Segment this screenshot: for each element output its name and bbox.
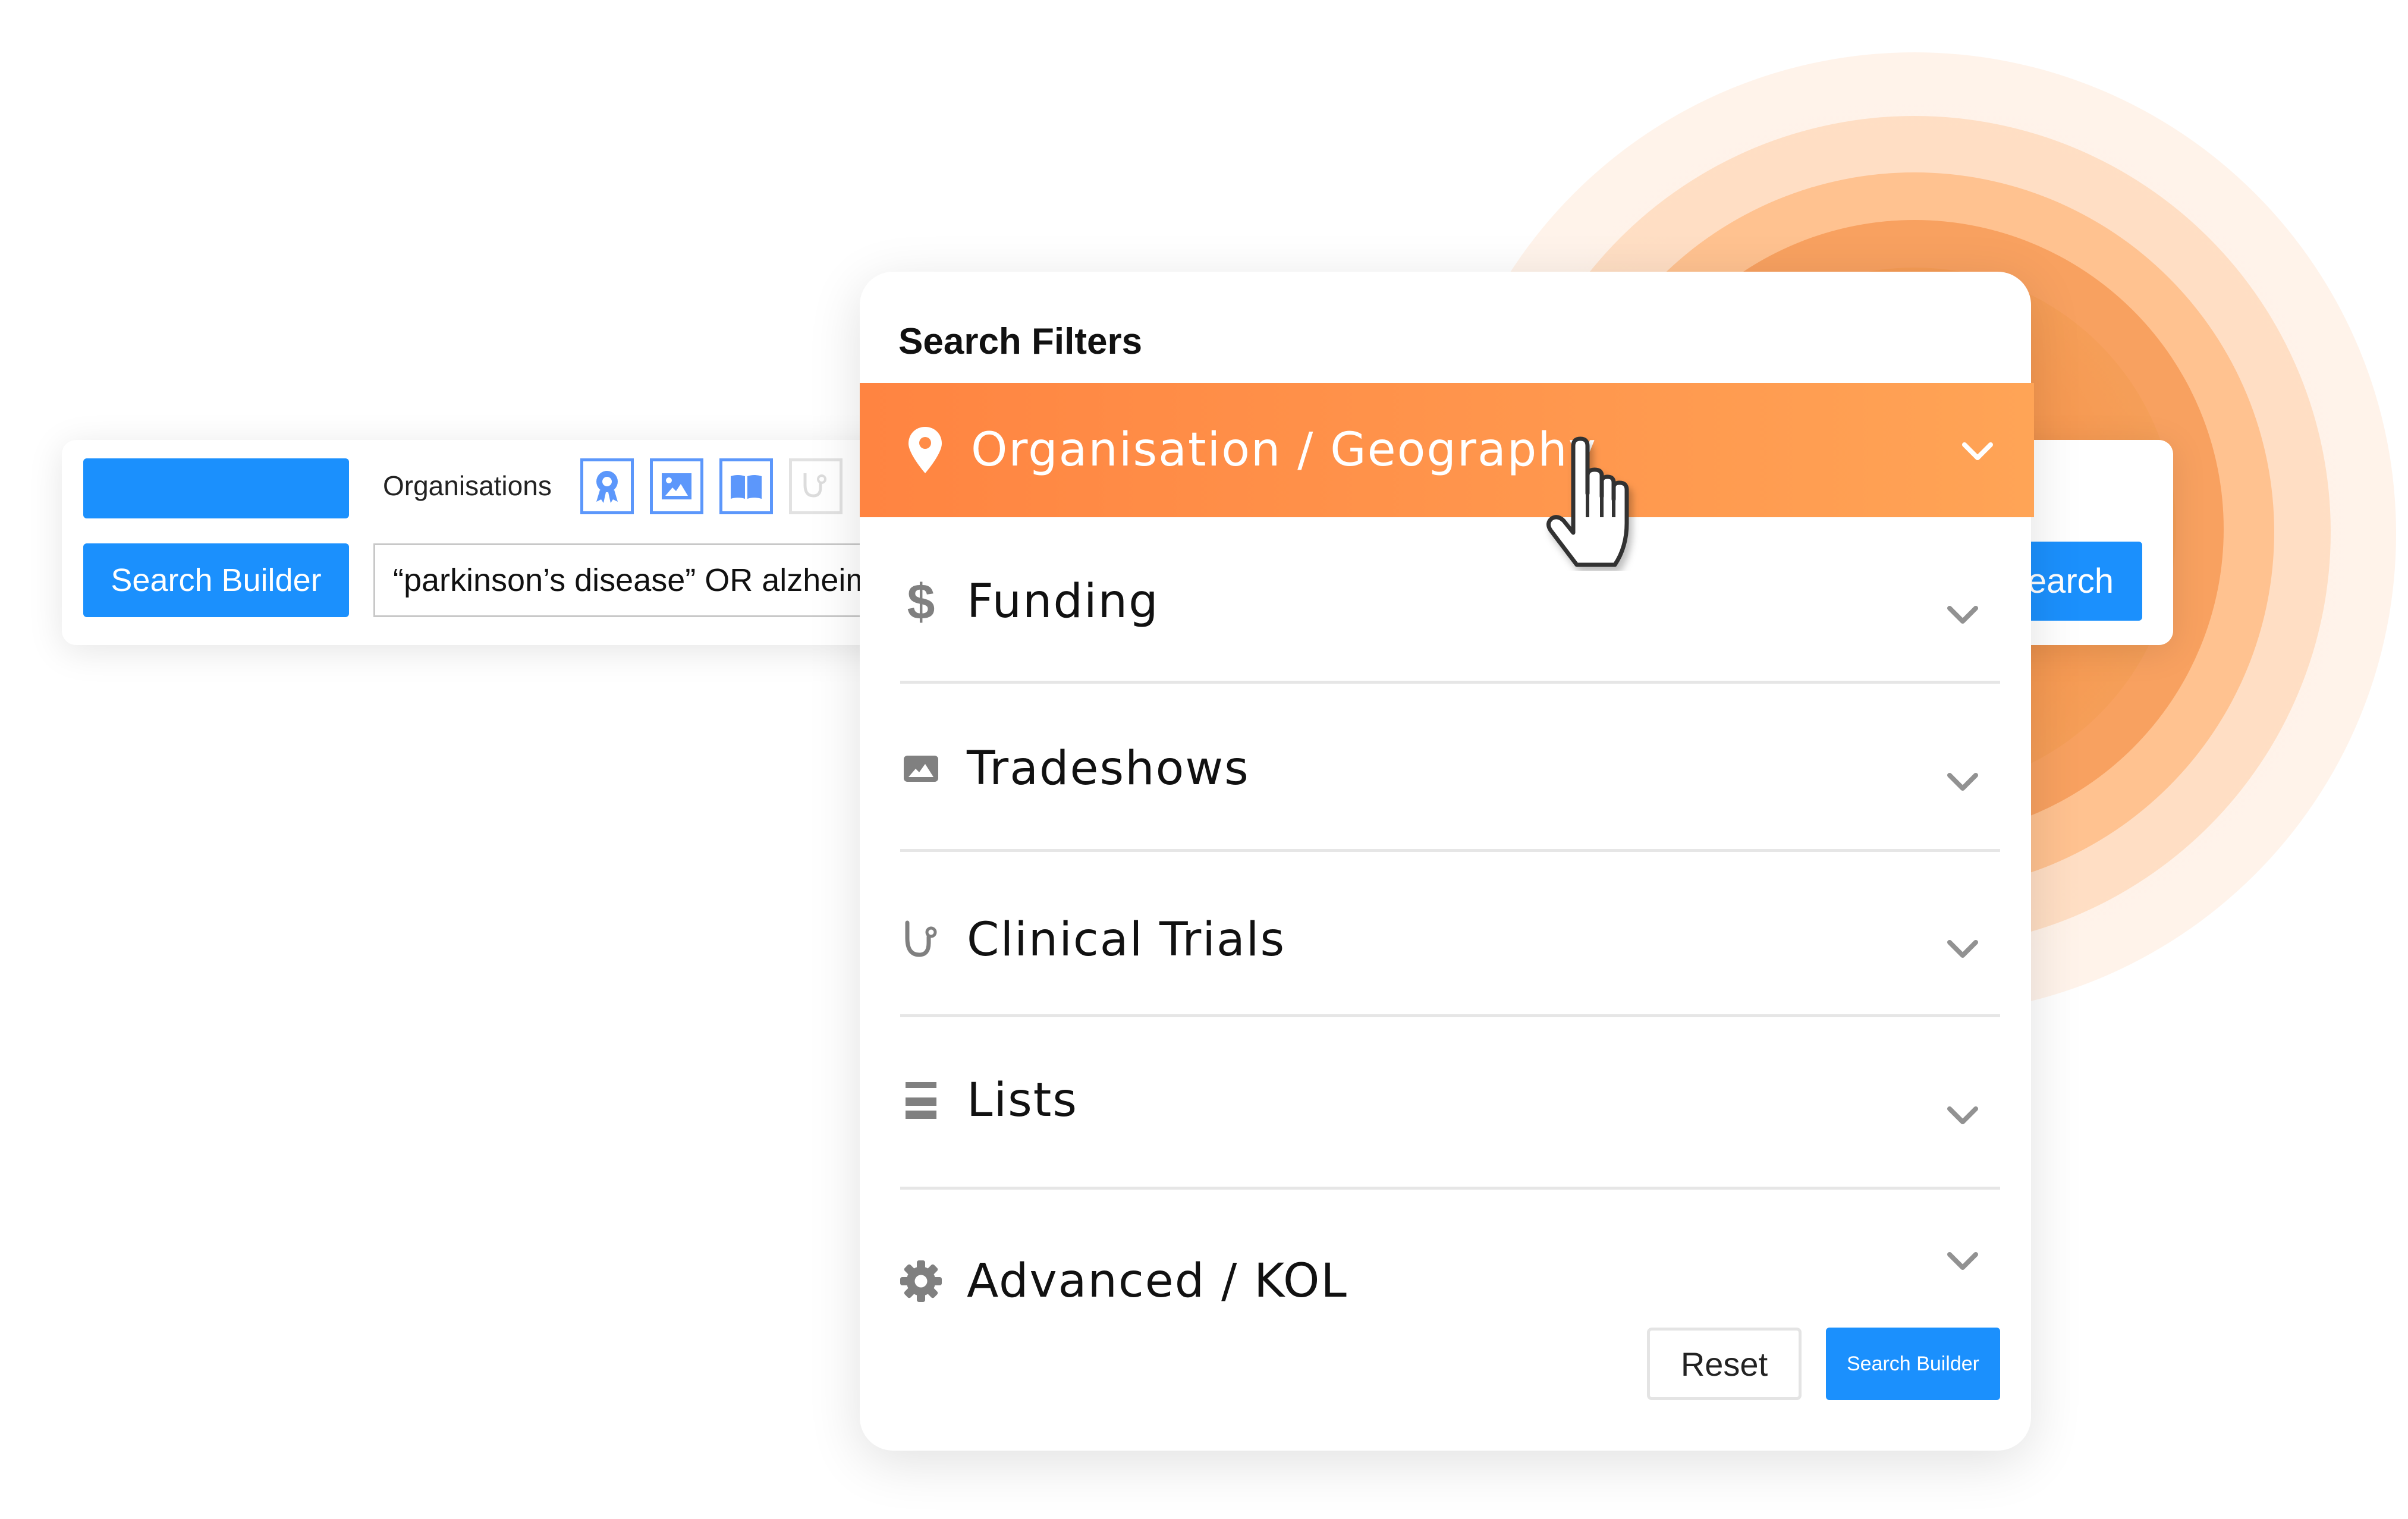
search-query-input[interactable] [373, 543, 908, 617]
hand-cursor-icon [1546, 436, 1629, 567]
chevron-down-icon[interactable] [1945, 603, 1981, 627]
filter-item-organisation-geography[interactable]: Organisation / Geography [860, 383, 2034, 517]
stethoscope-icon [803, 473, 826, 498]
filter-item-funding[interactable]: $ Funding [900, 573, 2000, 630]
filter-item-label: Funding [967, 575, 1159, 628]
chevron-down-icon[interactable] [1945, 770, 1981, 794]
filter-item-tradeshows[interactable]: Tradeshows [900, 742, 2000, 795]
map-pin-icon [904, 423, 946, 477]
filter-item-label: Advanced / KOL [967, 1254, 1348, 1308]
search-mode-button[interactable] [83, 458, 349, 518]
filter-item-label: Tradeshows [967, 742, 1250, 795]
book-icon [731, 475, 762, 499]
filter-item-lists[interactable]: Lists [900, 1074, 2000, 1127]
divider [900, 681, 2000, 684]
filter-item-advanced-kol[interactable]: Advanced / KOL [900, 1254, 2000, 1308]
filter-item-clinical-trials[interactable]: Clinical Trials [900, 913, 2000, 967]
divider [900, 849, 2000, 852]
search-button[interactable]: Search [2004, 542, 2142, 621]
filter-item-label: Organisation / Geography [971, 423, 1597, 477]
dollar-icon: $ [907, 573, 935, 630]
filter-item-label: Clinical Trials [967, 913, 1286, 967]
list-icon [900, 1074, 942, 1127]
search-builder-button[interactable]: Search Builder [83, 543, 349, 617]
image-icon [900, 742, 942, 795]
divider [900, 1014, 2000, 1017]
image-filter-button[interactable] [650, 458, 703, 514]
organisations-label: Organisations [383, 470, 552, 501]
book-filter-button[interactable] [719, 458, 773, 514]
search-builder-button[interactable]: Search Builder [1826, 1328, 2000, 1400]
divider [900, 1187, 2000, 1190]
chevron-down-icon[interactable] [1945, 1104, 1981, 1128]
clinical-filter-button[interactable] [789, 458, 843, 514]
award-filter-button[interactable] [580, 458, 634, 514]
award-icon [596, 471, 618, 503]
image-icon [662, 473, 691, 499]
panel-title: Search Filters [898, 321, 1143, 362]
stethoscope-icon [900, 913, 942, 967]
reset-button[interactable]: Reset [1647, 1328, 1802, 1400]
chevron-down-icon[interactable] [1945, 938, 1981, 961]
gear-icon [900, 1254, 942, 1308]
search-filters-panel: Search Filters Organisation / Geography … [860, 272, 2034, 1451]
chevron-down-icon[interactable] [1945, 1250, 1981, 1273]
filter-item-label: Lists [967, 1074, 1078, 1127]
chevron-down-icon[interactable] [1960, 440, 1995, 464]
